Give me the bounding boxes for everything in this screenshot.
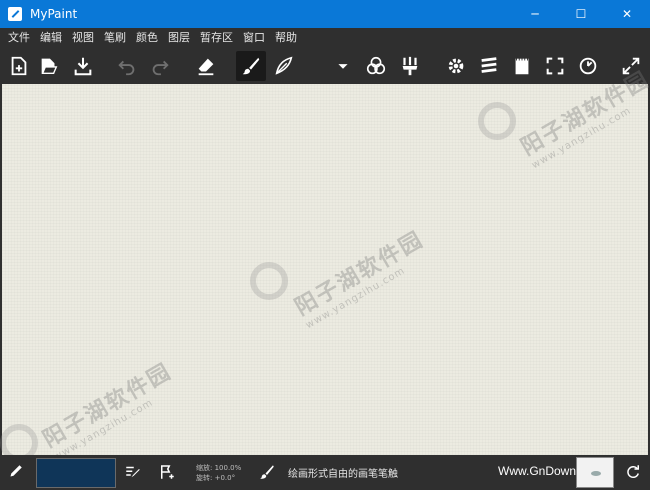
watermark-logo-icon [250,262,288,300]
open-file-icon [41,58,58,75]
feather-brush-button[interactable] [269,51,299,81]
title-bar: MyPaint ─ ☐ ✕ [0,0,650,28]
flag-add-icon [161,465,174,479]
menu-brush[interactable]: 笔刷 [100,28,130,48]
rotation-label: 旋转: [196,474,213,482]
save-button[interactable] [68,51,98,81]
layers-icon [481,57,497,73]
rotation-value: +0.0° [214,474,236,482]
settings-button[interactable] [441,51,471,81]
minimize-button[interactable]: ─ [512,0,558,28]
brush-dropdown-button[interactable] [331,51,355,81]
brush-tool-button[interactable] [236,51,266,81]
main-toolbar [0,48,650,84]
menu-edit[interactable]: 编辑 [36,28,66,48]
menu-color[interactable]: 颜色 [132,28,162,48]
eraser-button[interactable] [191,51,221,81]
new-document-icon [11,56,27,76]
watermark: 阳子湖软件园 www.yangzihu.com [36,354,182,463]
scratchpad-icon [515,57,529,75]
color-circles-icon [366,56,386,75]
menu-layer[interactable]: 图层 [164,28,194,48]
save-download-icon [74,57,92,76]
mypaint-app-icon [8,7,22,21]
maximize-button[interactable]: ☐ [558,0,604,28]
eraser-icon [198,58,214,76]
redo-icon [152,60,169,76]
undo-button[interactable] [112,51,142,81]
brush-icon [260,465,274,479]
window-controls: ─ ☐ ✕ [512,0,650,28]
menu-window[interactable]: 窗口 [239,28,269,48]
painting-canvas[interactable]: 阳子湖软件园 www.yangzihu.com 阳子湖软件园 www.yangz… [0,67,650,463]
dropdown-icon [338,64,348,69]
rotate-icon [627,465,639,478]
brush-icon [242,57,260,75]
open-file-button[interactable] [34,51,64,81]
brush-set-button[interactable] [395,51,425,81]
redo-button[interactable] [145,51,175,81]
canvas-preview-thumbnail[interactable] [576,457,614,488]
window-title: MyPaint [30,7,78,21]
rotate-reset-icon [579,57,597,75]
eyedropper-icon [10,465,22,477]
menu-bar: 文件 编辑 视图 笔刷 颜色 图层 暂存区 窗口 帮助 [0,28,650,48]
current-color-swatch[interactable] [36,458,116,488]
brush-description: 绘画形式自由的画笔笔触 [288,469,398,480]
fullscreen-button[interactable] [540,51,570,81]
layers-button[interactable] [474,51,504,81]
undo-icon [118,60,135,76]
watermark-logo-icon [478,102,516,140]
color-picker-button[interactable] [361,51,391,81]
menu-view[interactable]: 视图 [68,28,98,48]
menu-file[interactable]: 文件 [4,28,34,48]
fullscreen-icon [546,57,564,75]
menu-scratchpad[interactable]: 暂存区 [196,28,237,48]
brush-settings-button[interactable] [124,463,142,485]
feather-brush-icon [275,56,293,75]
menu-help[interactable]: 帮助 [271,28,301,48]
watermark: 阳子湖软件园 www.yangzihu.com [288,222,434,331]
status-bar: 缩放: 100.0% 旋转: +0.0° 绘画形式自由的画笔笔触 Www.GnD… [0,455,650,490]
new-document-button[interactable] [4,51,34,81]
add-layer-button[interactable] [158,463,176,485]
color-picker-tool-button[interactable] [6,463,24,485]
zoom-label: 缩放: [196,464,213,472]
settings-gear-icon [448,58,464,74]
rotate-reset-button[interactable] [573,51,603,81]
brush-status-indicator [258,463,276,485]
zoom-rotation-info: 缩放: 100.0% 旋转: +0.0° [196,463,241,483]
brush-set-icon [402,56,418,76]
zoom-value: 100.0% [214,464,242,472]
refresh-button[interactable] [624,463,642,485]
close-button[interactable]: ✕ [604,0,650,28]
edit-list-icon [126,466,140,478]
scratchpad-button[interactable] [507,51,537,81]
